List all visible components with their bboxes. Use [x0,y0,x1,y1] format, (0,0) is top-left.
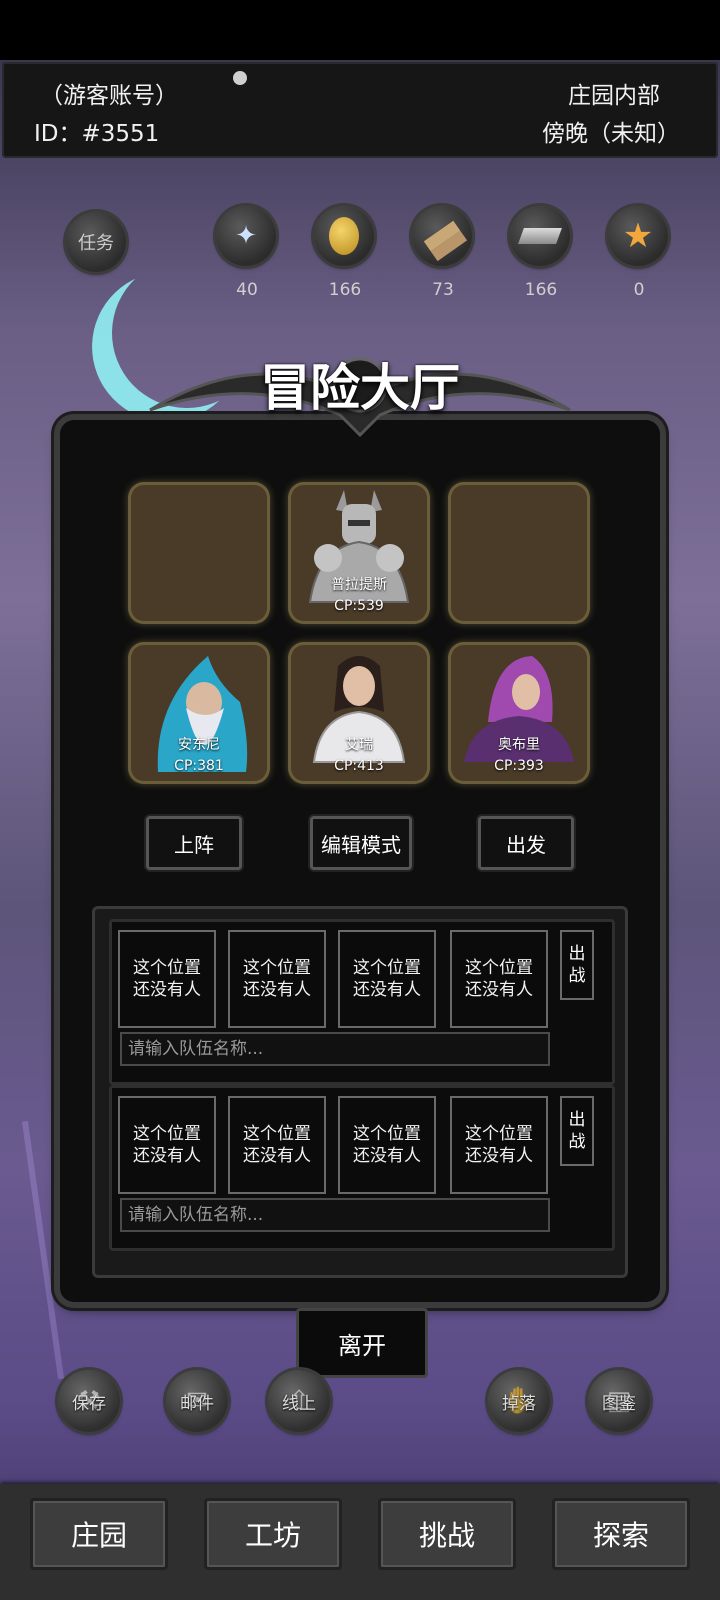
nav-explore[interactable]: 探索 [552,1498,690,1570]
location-label: 庄园内部 [568,83,660,109]
player-id: ID：#3551 [34,121,160,147]
mail-button[interactable]: ✉ 邮件 [166,1370,228,1432]
hero-cp: CP:381 [174,758,224,774]
quest-button[interactable]: 任务 [66,212,128,272]
team-member-slot[interactable]: 这个位置 还没有人 [118,1096,216,1194]
team-member-slot[interactable]: 这个位置 还没有人 [228,930,326,1028]
edit-mode-button[interactable]: 编辑模式 [310,816,412,870]
codex-button[interactable]: ▤ 图鉴 [588,1370,650,1432]
hero-slot-2[interactable]: 普拉提斯 CP:539 [288,482,430,624]
online-button[interactable]: ⇧ 线上 [268,1370,330,1432]
top-info-bar: （游客账号） ID：#3551 庄园内部 傍晚（未知） [2,62,718,158]
bottom-nav: 庄园 工坊 挑战 探索 [0,1484,720,1600]
team-row: 这个位置 还没有人 这个位置 还没有人 这个位置 还没有人 这个位置 还没有人 出战 请… [109,919,615,1085]
leave-button[interactable]: 离开 [296,1308,428,1378]
team-member-slot[interactable]: 这个位置 还没有人 [338,930,436,1028]
hero-name: 安东尼 [178,737,220,753]
hero-slot-1[interactable] [128,482,270,624]
quest-icon: 任务 [66,212,126,272]
iron-ingot-icon [510,206,570,266]
notification-dot [233,71,247,85]
wood-planks-icon [412,206,472,266]
time-label: 傍晚（未知） [542,121,680,147]
hero-slot-4[interactable]: 安东尼 CP:381 [128,642,270,784]
team-member-slot[interactable]: 这个位置 还没有人 [450,1096,548,1194]
hero-cp: CP:413 [334,758,384,774]
account-type: （游客账号） [40,83,178,109]
nav-challenge[interactable]: 挑战 [378,1498,516,1570]
mana-crystal-icon: ✦ [216,206,276,266]
star-count: 0 [633,280,645,300]
team-list: 这个位置 还没有人 这个位置 还没有人 这个位置 还没有人 这个位置 还没有人 出战 请… [92,906,628,1278]
star-icon: ★ [608,206,668,266]
drops-button[interactable]: ✋ 掉落 [488,1370,550,1432]
team-member-slot[interactable]: 这个位置 还没有人 [228,1096,326,1194]
team-name-input[interactable]: 请输入队伍名称... [120,1198,550,1232]
team-row: 这个位置 还没有人 这个位置 还没有人 这个位置 还没有人 这个位置 还没有人 出战 请… [109,1085,615,1251]
hero-name: 艾瑞 [345,737,373,753]
hero-slot-6[interactable]: 奥布里 CP:393 [448,642,590,784]
gold-count: 166 [328,280,362,300]
gold-coin-icon [314,206,374,266]
status-bar [0,0,720,60]
hero-name: 普拉提斯 [331,577,387,593]
team-battle-button[interactable]: 出战 [560,930,594,1000]
iron-count: 166 [524,280,558,300]
resource-gold: 166 [314,206,376,300]
nav-workshop[interactable]: 工坊 [204,1498,342,1570]
hero-cp: CP:539 [334,598,384,614]
depart-button[interactable]: 出发 [478,816,574,870]
hero-slot-5[interactable]: 艾瑞 CP:413 [288,642,430,784]
save-button[interactable]: ⚒ 保存 [58,1370,120,1432]
team-name-input[interactable]: 请输入队伍名称... [120,1032,550,1066]
hero-cp: CP:393 [494,758,544,774]
team-member-slot[interactable]: 这个位置 还没有人 [338,1096,436,1194]
resource-iron: 166 [510,206,572,300]
page-title: 冒险大厅 [260,359,460,417]
resource-wood: 73 [412,206,474,300]
wood-count: 73 [432,280,454,300]
team-member-slot[interactable]: 这个位置 还没有人 [118,930,216,1028]
hero-slot-3[interactable] [448,482,590,624]
nav-manor[interactable]: 庄园 [30,1498,168,1570]
hero-name: 奥布里 [498,737,540,753]
team-member-slot[interactable]: 这个位置 还没有人 [450,930,548,1028]
resource-star: ★ 0 [608,206,670,300]
deploy-button[interactable]: 上阵 [146,816,242,870]
team-battle-button[interactable]: 出战 [560,1096,594,1166]
